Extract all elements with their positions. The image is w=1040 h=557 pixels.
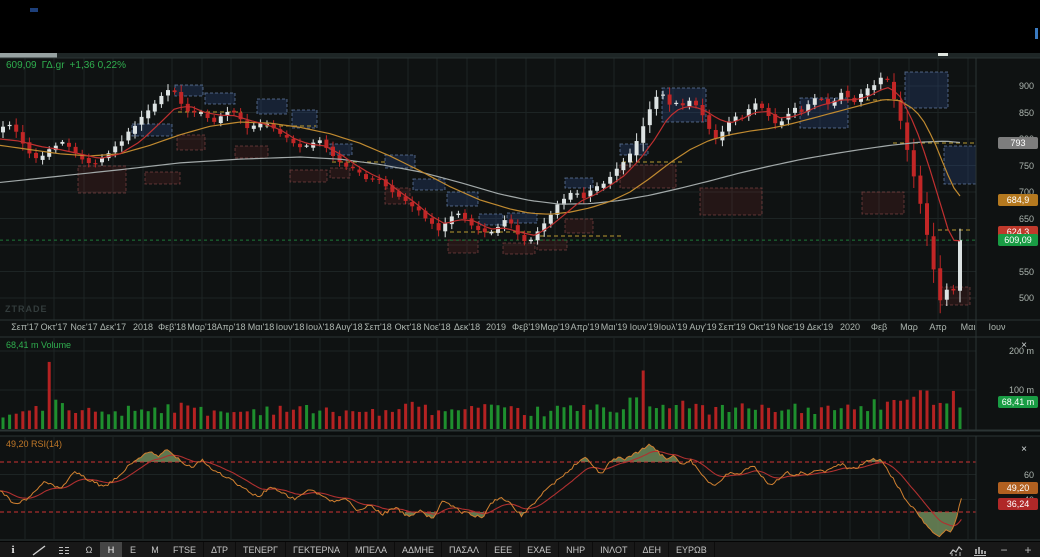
period-button-Ω[interactable]: Ω — [78, 542, 100, 557]
last-price-label: 609,09 — [6, 60, 37, 71]
date-axis[interactable] — [0, 320, 1040, 337]
rsi-badge: 36,24 — [998, 498, 1038, 511]
rsi-pane-label: 49,20 RSI(14) — [6, 439, 62, 449]
price-axis[interactable] — [977, 58, 1040, 320]
rsi-tick-label: 60 — [1023, 469, 1034, 480]
info-icon[interactable]: i — [0, 542, 26, 557]
symbol-header: 609,09 ΓΔ.gr +1,36 0,22% — [6, 60, 131, 71]
symbol-tab-ΕΥΡΩΒ[interactable]: ΕΥΡΩΒ — [669, 542, 715, 557]
rsi-badge: 49,20 — [998, 482, 1038, 494]
toolbar-right-icons: − + — [944, 542, 1040, 557]
period-button-Η[interactable]: Η — [100, 542, 122, 557]
indicators-icon[interactable] — [52, 542, 78, 557]
line-chart-icon[interactable] — [944, 545, 968, 556]
symbol-label: ΓΔ.gr — [41, 60, 65, 71]
change-label: +1,36 0,22% — [69, 60, 126, 71]
trendline-icon[interactable] — [26, 542, 52, 557]
zoom-out-icon[interactable]: − — [992, 543, 1016, 557]
symbol-tab-ΓΕΚΤΕΡΝΑ[interactable]: ΓΕΚΤΕΡΝΑ — [286, 542, 348, 557]
period-buttons: ΩΗΕΜ — [78, 542, 166, 557]
symbol-tab-ΕΕΕ[interactable]: ΕΕΕ — [487, 542, 521, 557]
volume-pane-label: 68,41 m Volume — [6, 340, 71, 350]
rsi-tick-label: 40 — [1023, 494, 1034, 505]
symbol-tab-ΜΠΕΛΑ[interactable]: ΜΠΕΛΑ — [348, 542, 395, 557]
symbol-tab-ΑΔΜΗΕ[interactable]: ΑΔΜΗΕ — [395, 542, 442, 557]
rsi-name: RSI(14) — [31, 439, 63, 449]
symbol-tab-ΠΑΣΑΛ[interactable]: ΠΑΣΑΛ — [442, 542, 488, 557]
symbol-tab-ΤΕΝΕΡΓ[interactable]: ΤΕΝΕΡΓ — [236, 542, 286, 557]
symbol-tab-FTSE[interactable]: FTSE — [166, 542, 205, 557]
symbol-tab-ΝΗΡ[interactable]: ΝΗΡ — [559, 542, 594, 557]
symbol-tab-ΔΤΡ[interactable]: ΔΤΡ — [204, 542, 237, 557]
period-button-Ε[interactable]: Ε — [122, 542, 144, 557]
symbol-tabs: FTSE ΔΤΡ ΤΕΝΕΡΓ ΓΕΚΤΕΡΝΑ ΜΠΕΛΑ ΑΔΜΗΕ ΠΑΣΑΛ ΕΕΕ Ε… — [166, 542, 715, 557]
symbol-tab-ΙΝΛΟΤ[interactable]: ΙΝΛΟΤ — [593, 542, 636, 557]
rsi-close-icon[interactable]: × — [1018, 444, 1030, 456]
volume-close-icon[interactable]: × — [1018, 340, 1030, 352]
volume-badge: 68,41 m — [998, 396, 1038, 409]
rsi-value: 49,20 — [6, 439, 29, 449]
volume-name: Volume — [41, 340, 72, 350]
symbol-tab-ΕΧΑΕ[interactable]: ΕΧΑΕ — [520, 542, 560, 557]
zoom-in-icon[interactable]: + — [1016, 543, 1040, 557]
volume-value: 68,41 m — [6, 340, 39, 350]
platform-watermark: ZTRADE — [5, 304, 48, 314]
bottom-toolbar: i ΩΗΕΜ FTSE ΔΤΡ ΤΕΝΕΡΓ ΓΕΚΤΕΡΝΑ ΜΠΕΛΑ ΑΔΜΗΕ ΠΑ… — [0, 541, 1040, 557]
symbol-tab-ΔΕΗ[interactable]: ΔΕΗ — [635, 542, 669, 557]
labels-layer: 609,09 ΓΔ.gr +1,36 0,22% ZTRADE 68,41 m Vo… — [0, 0, 1040, 557]
volume-tick-label: 100 m — [1008, 385, 1034, 395]
volume-histogram-icon[interactable] — [968, 545, 992, 556]
trading-app-window: 609,09 ΓΔ.gr +1,36 0,22% ZTRADE 68,41 m Vo… — [0, 0, 1040, 557]
period-button-Μ[interactable]: Μ — [144, 542, 166, 557]
